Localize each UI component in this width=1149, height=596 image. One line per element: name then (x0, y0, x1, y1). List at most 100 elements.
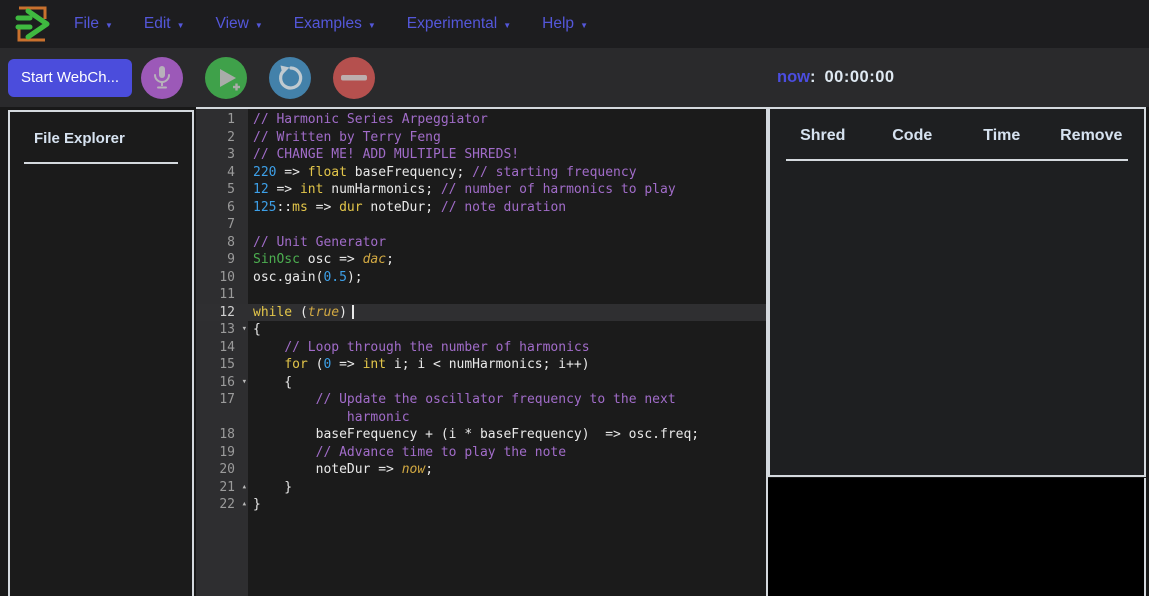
menu-label: File (74, 15, 99, 33)
start-webchuck-button[interactable]: Start WebCh... (8, 59, 132, 97)
code-line: 21▴ } (196, 479, 766, 497)
line-number: 10 (196, 269, 248, 287)
minus-icon (341, 74, 367, 82)
code-line: 3// CHANGE ME! ADD MULTIPLE SHREDS! (196, 146, 766, 164)
code-line: 17 // Update the oscillator frequency to… (196, 391, 766, 409)
line-number: 17 (196, 391, 248, 409)
shred-table-header-time: Time (983, 127, 1020, 145)
line-number: 20 (196, 461, 248, 479)
line-number: 4 (196, 164, 248, 182)
code-line: 15 for (0 => int i; i < numHarmonics; i+… (196, 356, 766, 374)
toolbar: Start WebCh... now : 00:00:00 (0, 48, 1149, 107)
now-time-display: now : 00:00:00 (777, 48, 895, 107)
line-number: 2 (196, 129, 248, 147)
menu-bar: File▼Edit▼View▼Examples▼Experimental▼Hel… (0, 0, 1149, 48)
chevron-down-icon: ▼ (255, 19, 263, 30)
menu-examples[interactable]: Examples ▼ (294, 15, 376, 33)
microphone-icon (151, 65, 173, 90)
chevron-down-icon: ▼ (105, 19, 113, 30)
line-number: 9 (196, 251, 248, 269)
code-line: 8// Unit Generator (196, 234, 766, 252)
line-number: 7 (196, 216, 248, 234)
visualizer-panel (768, 478, 1146, 596)
main-area: File Explorer 1// Harmonic Series Arpegg… (0, 107, 1149, 596)
line-number: 15 (196, 356, 248, 374)
line-number: 21▴ (196, 479, 248, 497)
fold-widget-icon[interactable]: ▾ (242, 321, 247, 339)
replace-shred-button[interactable] (269, 57, 311, 99)
menu-items: File▼Edit▼View▼Examples▼Experimental▼Hel… (74, 15, 619, 33)
line-number: 5 (196, 181, 248, 199)
code-line: 1// Harmonic Series Arpeggiator (196, 111, 766, 129)
now-label: now (777, 68, 810, 87)
code-line: 14 // Loop through the number of harmoni… (196, 339, 766, 357)
code-line: 19 // Advance time to play the note (196, 444, 766, 462)
chevron-down-icon: ▼ (580, 19, 588, 30)
line-number: 6 (196, 199, 248, 217)
line-number (196, 409, 248, 427)
chuck-time-value: 00:00:00 (825, 68, 895, 87)
shred-table-header-remove: Remove (1060, 127, 1122, 145)
line-number: 11 (196, 286, 248, 304)
code-line: 16▾ { (196, 374, 766, 392)
code-rows: 1// Harmonic Series Arpeggiator2// Writt… (196, 111, 766, 514)
code-line: 13▾{ (196, 321, 766, 339)
menu-view[interactable]: View ▼ (216, 15, 263, 33)
menu-label: Examples (294, 15, 362, 33)
shred-table-divider (786, 159, 1128, 161)
chevron-down-icon: ▼ (503, 19, 511, 30)
menu-experimental[interactable]: Experimental ▼ (407, 15, 511, 33)
line-number: 19 (196, 444, 248, 462)
code-line: 10osc.gain(0.5); (196, 269, 766, 287)
code-line: 4220 => float baseFrequency; // starting… (196, 164, 766, 182)
line-number: 1 (196, 111, 248, 129)
fold-widget-icon[interactable]: ▴ (242, 496, 247, 514)
code-line: 18 baseFrequency + (i * baseFrequency) =… (196, 426, 766, 444)
menu-label: View (216, 15, 249, 33)
code-line: 2// Written by Terry Feng (196, 129, 766, 147)
code-line: harmonic (196, 409, 766, 427)
now-colon: : (810, 68, 816, 87)
file-explorer-divider (24, 162, 178, 164)
file-explorer-panel: File Explorer (8, 110, 194, 596)
line-number: 12 (196, 304, 248, 322)
remove-shred-button[interactable] (333, 57, 375, 99)
menu-help[interactable]: Help ▼ (542, 15, 588, 33)
code-line: 20 noteDur => now; (196, 461, 766, 479)
line-number: 13▾ (196, 321, 248, 339)
code-line: 11 (196, 286, 766, 304)
code-editor[interactable]: 1// Harmonic Series Arpeggiator2// Writt… (196, 107, 768, 596)
line-number: 22▴ (196, 496, 248, 514)
menu-edit[interactable]: Edit ▼ (144, 15, 185, 33)
code-line: 9SinOsc osc => dac; (196, 251, 766, 269)
chevron-down-icon: ▼ (177, 19, 185, 30)
menu-label: Help (542, 15, 574, 33)
menu-file[interactable]: File ▼ (74, 15, 113, 33)
shred-table-header-code: Code (892, 127, 932, 145)
replay-icon (276, 64, 304, 92)
play-add-shred-button[interactable] (205, 57, 247, 99)
shred-table-header-shred: Shred (800, 127, 845, 145)
menu-label: Edit (144, 15, 171, 33)
fold-widget-icon[interactable]: ▾ (242, 374, 247, 392)
file-explorer-title: File Explorer (34, 130, 192, 147)
fold-widget-icon[interactable]: ▴ (242, 479, 247, 497)
play-plus-icon (211, 63, 241, 93)
shred-table-panel: Shred Code Time Remove (768, 107, 1146, 477)
code-line: 22▴} (196, 496, 766, 514)
line-number: 16▾ (196, 374, 248, 392)
chuck-logo-icon (10, 4, 50, 44)
line-number: 3 (196, 146, 248, 164)
shred-table-headers: Shred Code Time Remove (770, 109, 1144, 145)
menu-label: Experimental (407, 15, 497, 33)
chevron-down-icon: ▼ (368, 19, 376, 30)
line-number: 18 (196, 426, 248, 444)
microphone-button[interactable] (141, 57, 183, 99)
code-line: 12while (true) (196, 304, 766, 322)
line-number: 8 (196, 234, 248, 252)
code-line: 7 (196, 216, 766, 234)
line-number: 14 (196, 339, 248, 357)
code-line: 6125::ms => dur noteDur; // note duratio… (196, 199, 766, 217)
text-cursor (352, 305, 354, 319)
code-line: 512 => int numHarmonics; // number of ha… (196, 181, 766, 199)
